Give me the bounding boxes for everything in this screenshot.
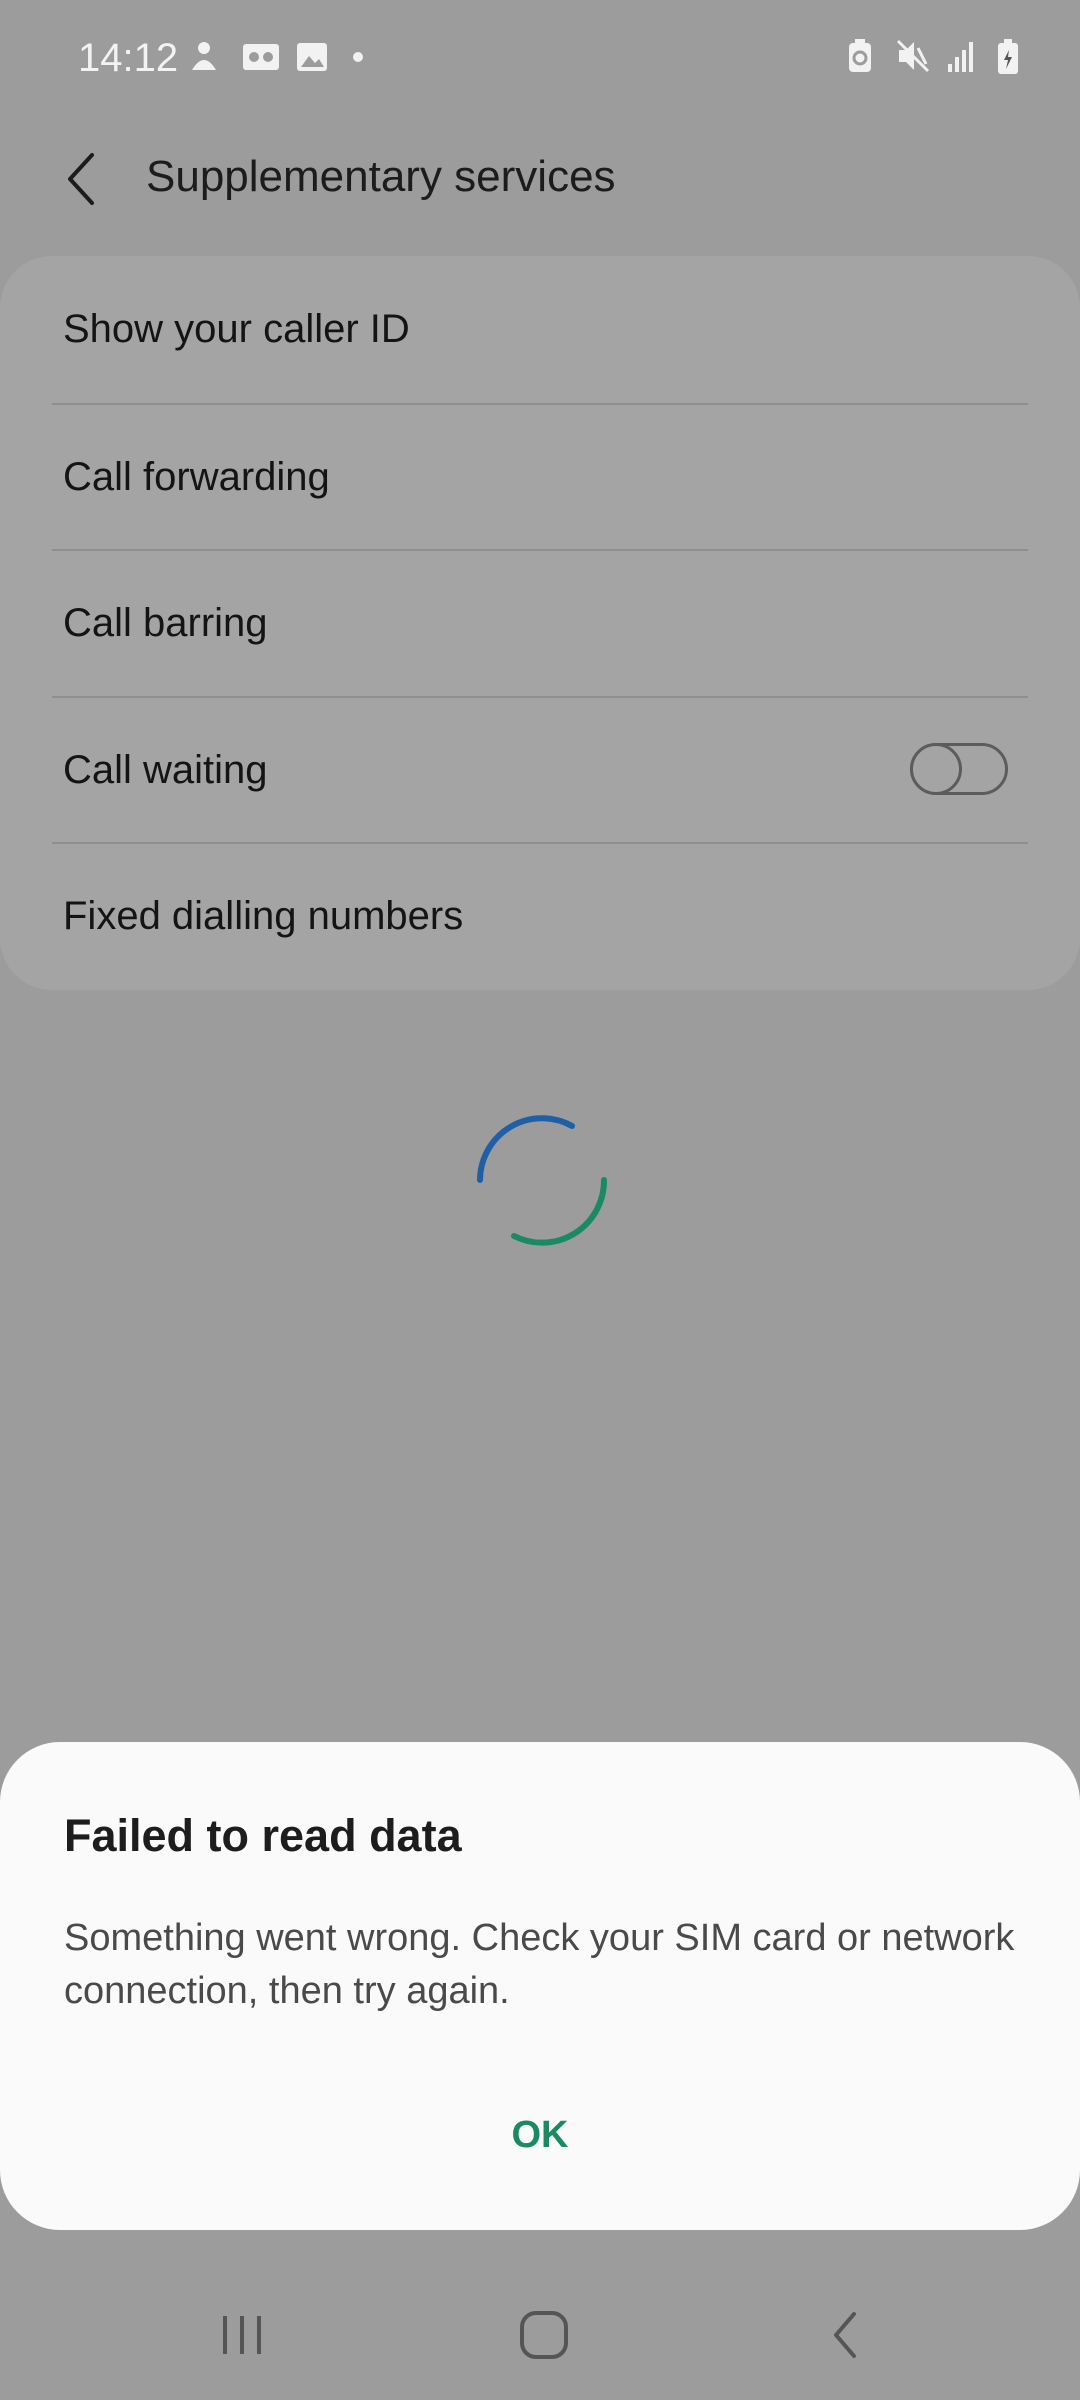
status-right-icons — [846, 38, 1028, 74]
back-button[interactable] — [52, 134, 112, 224]
list-item-label: Call forwarding — [63, 454, 330, 499]
error-dialog: Failed to read data Something went wrong… — [0, 1742, 1080, 2230]
page-title: Supplementary services — [146, 152, 616, 201]
notification-person-icon — [188, 40, 220, 74]
list-item-label: Call barring — [63, 600, 268, 645]
list-item-fixed-dialling-numbers[interactable]: Fixed dialling numbers — [0, 843, 1080, 989]
loading-spinner — [474, 1112, 610, 1248]
dialog-title: Failed to read data — [64, 1810, 462, 1861]
call-waiting-toggle[interactable] — [910, 743, 1008, 795]
recent-apps-button[interactable] — [182, 2292, 302, 2378]
voicemail-icon — [242, 40, 279, 74]
ok-button[interactable]: OK — [440, 2094, 640, 2176]
status-bar: 14:12 — [0, 0, 1080, 120]
home-icon — [520, 2311, 568, 2359]
settings-list: Show your caller ID Call forwarding Call… — [0, 256, 1080, 990]
list-item-call-forwarding[interactable]: Call forwarding — [0, 404, 1080, 550]
recent-apps-icon — [223, 2316, 261, 2354]
dialog-message: Something went wrong. Check your SIM car… — [64, 1917, 1015, 2012]
list-item-label: Show your caller ID — [63, 306, 410, 351]
mute-icon — [896, 38, 930, 73]
list-item-label: Call waiting — [63, 747, 268, 792]
navigation-bar — [0, 2270, 1080, 2400]
home-button[interactable] — [484, 2292, 604, 2378]
status-left-icons — [188, 40, 382, 74]
status-time: 14:12 — [78, 36, 179, 80]
nav-back-button[interactable] — [786, 2292, 906, 2378]
list-item-label: Fixed dialling numbers — [63, 893, 464, 938]
signal-icon — [946, 38, 978, 72]
gallery-icon — [296, 40, 328, 74]
list-item-call-barring[interactable]: Call barring — [0, 550, 1080, 696]
battery-icon — [996, 38, 1028, 74]
nav-back-icon — [834, 2312, 856, 2358]
toggle-knob — [910, 743, 962, 795]
dot-icon — [350, 40, 382, 74]
battery-saver-icon — [846, 38, 878, 72]
list-item-show-caller-id[interactable]: Show your caller ID — [0, 256, 1080, 402]
list-item-call-waiting[interactable]: Call waiting — [0, 697, 1080, 843]
back-arrow-icon — [68, 153, 94, 205]
